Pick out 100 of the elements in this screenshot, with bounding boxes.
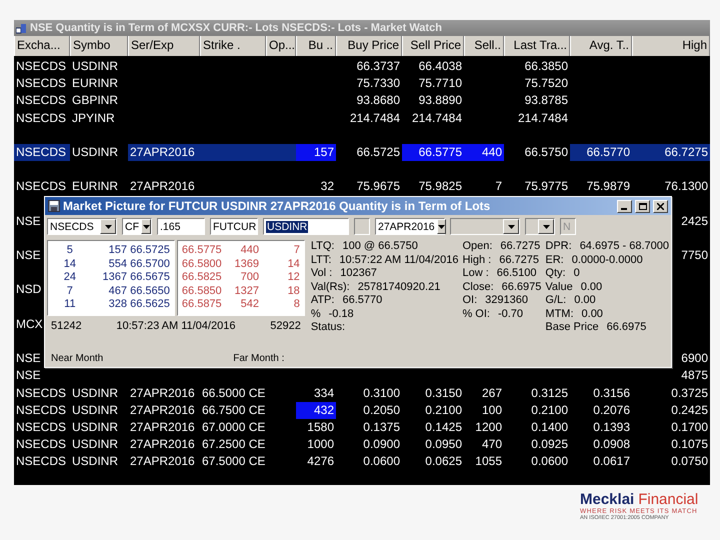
bid-value: 1367 — [102, 271, 128, 284]
table-cell: 27APR2016 — [128, 144, 200, 162]
stat-value: 66.7275 — [499, 254, 539, 267]
column-header[interactable]: Bu .. — [296, 36, 336, 56]
stat-label: DPR: — [545, 240, 572, 254]
table-cell-text: EURINR — [71, 75, 120, 92]
table-cell-text: 0.0900 — [362, 436, 401, 454]
maximize-button[interactable] — [635, 200, 650, 212]
dropdown[interactable]: 27APR2016 — [375, 218, 445, 235]
column-header[interactable]: Ser/Exp — [128, 36, 200, 56]
minimize-button[interactable] — [617, 200, 632, 212]
table-cell-text: 0.3150 — [424, 384, 463, 402]
close-icon — [657, 202, 664, 210]
table-cell-text: 0.3156 — [592, 384, 631, 402]
grid-icon — [16, 22, 27, 34]
bid-value: 467 — [108, 284, 128, 298]
stat-label: Status: — [310, 321, 346, 334]
column-header[interactable]: Avg. T.. — [570, 36, 632, 56]
stat-label: High : — [462, 254, 492, 267]
caret-icon — [438, 224, 445, 228]
table-cell-text: NSECDS — [15, 436, 68, 454]
table-cell-text: 0.0750 — [670, 453, 709, 470]
table-cell-text: 27APR2016 — [129, 436, 196, 454]
ask-value: 7 — [292, 244, 300, 258]
table-cell-text: 0.1375 — [362, 418, 401, 436]
table-cell-text: 75.9775 — [524, 178, 569, 196]
stat-label: LTT: — [310, 254, 332, 267]
column-header[interactable]: Sell.. — [464, 36, 504, 56]
table-cell-text: 0.2050 — [362, 402, 401, 419]
table-cell-text: 334 — [312, 384, 335, 402]
table-cell-text: 0.3725 — [670, 384, 709, 402]
table-cell-text: 0.1700 — [670, 418, 709, 436]
table-cell-text: 67.0000 CE — [201, 418, 266, 436]
table-cell-text: NSECDS — [15, 418, 68, 436]
table-cell-text: 0.0625 — [424, 453, 463, 470]
column-header[interactable]: Strike . — [200, 36, 266, 56]
stat-label: Base Price — [545, 321, 599, 334]
footer-label: Far Month : — [233, 353, 284, 364]
column-header[interactable]: Buy Price — [336, 36, 402, 56]
stat-value: -0.70 — [498, 308, 524, 321]
footer-label: Near Month — [51, 353, 104, 364]
table-cell-text: 0.0617 — [592, 453, 631, 470]
depth-time: 10:57:23 AM 11/04/2016 — [116, 320, 236, 332]
column-header[interactable]: High — [632, 36, 710, 56]
dropdown[interactable]: NSECDS — [47, 218, 117, 235]
table-cell-text: 27APR2016 — [129, 178, 196, 196]
bid-value: 66.5725 — [129, 244, 170, 258]
ask-value: 66.5850 — [182, 284, 222, 298]
column-header[interactable]: Symbo — [70, 36, 128, 56]
table-cell-text: 66.3737 — [356, 58, 401, 75]
column-header[interactable]: Sell Price — [402, 36, 464, 56]
table-cell-text: 76.1300 — [664, 178, 709, 196]
ask-value: 700 — [240, 271, 260, 284]
caret-icon — [508, 224, 514, 228]
table-cell-text: USDINR — [71, 436, 120, 454]
table-cell-text: 93.8680 — [356, 92, 401, 110]
ask-value: 542 — [240, 298, 260, 312]
table-cell-text: 27APR2016 — [129, 453, 196, 470]
stat-label: Qty: — [545, 267, 566, 280]
table-cell-text: 0.0600 — [362, 453, 401, 470]
table-cell-text: 7 — [494, 178, 503, 196]
table-cell-text: 214.7484 — [348, 110, 401, 127]
table-cell-text: 27APR2016 — [129, 402, 196, 419]
table-cell-text: 0.1425 — [424, 418, 463, 436]
stat-value: 66.7275 — [500, 240, 540, 254]
caret-icon — [542, 224, 550, 228]
bid-value: 554 — [108, 258, 128, 271]
bid-value: 7 — [66, 284, 74, 298]
input-field[interactable]: FUTCUR — [210, 218, 258, 235]
ask-value: 14 — [286, 258, 300, 271]
table-cell-text: 0.0908 — [592, 436, 631, 454]
close-button[interactable] — [653, 200, 668, 212]
dropdown[interactable]: CF — [122, 218, 152, 235]
table-cell-text: JPYINR — [71, 110, 116, 127]
stat-label: % — [310, 308, 321, 321]
table-cell-text: NSECDS — [15, 58, 68, 75]
table-cell-text: 66.4038 — [418, 58, 463, 75]
stat-value: 64.6975 - 68.7000 — [580, 240, 669, 254]
input-field[interactable]: USDINR — [263, 218, 349, 235]
table-cell: 66.7275 — [632, 144, 710, 162]
table-cell-text: 100 — [480, 402, 503, 419]
table-cell-text: 66.3850 — [524, 58, 569, 75]
table-cell-text: 75.7330 — [356, 75, 401, 92]
input-field[interactable]: .165 — [157, 218, 205, 235]
table-cell-text: NSECDS — [15, 110, 68, 127]
table-cell-text: 470 — [480, 436, 503, 454]
stat-label: % OI: — [462, 308, 490, 321]
table-cell-text: 0.1400 — [530, 418, 569, 436]
stat-value: 3291360 — [485, 294, 528, 308]
table-cell-text: 0.2425 — [670, 402, 709, 419]
table-cell-text: 93.8785 — [524, 92, 569, 110]
table-cell: 432 — [296, 402, 336, 419]
column-header[interactable]: Excha... — [14, 36, 70, 56]
bid-value: 5 — [66, 244, 74, 258]
table-cell-text: USDINR — [71, 453, 120, 470]
table-cell-text: 93.8890 — [418, 92, 463, 110]
table-cell-text: 267 — [480, 384, 503, 402]
stat-value: 0.0000-0.0000 — [572, 254, 643, 267]
column-header[interactable]: Op... — [266, 36, 296, 56]
column-header[interactable]: Last Tra... — [504, 36, 570, 56]
